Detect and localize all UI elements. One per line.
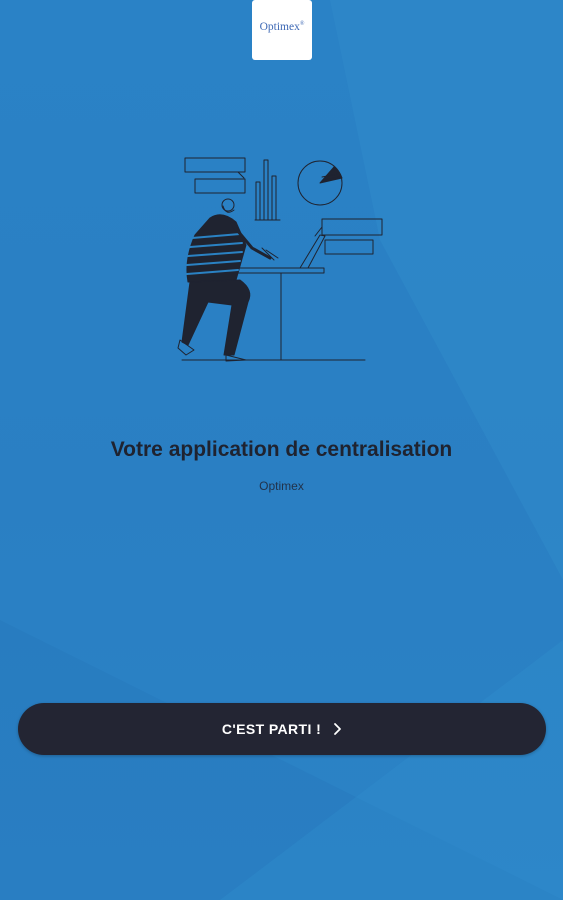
app-logo: Optimex® bbox=[252, 0, 312, 60]
chevron-right-icon bbox=[334, 723, 342, 735]
person-at-desk-illustration bbox=[177, 157, 383, 362]
page-title: Votre application de centralisation bbox=[110, 438, 453, 461]
get-started-label: C'EST PARTI ! bbox=[221, 721, 322, 737]
get-started-button[interactable]: C'EST PARTI ! bbox=[18, 703, 546, 755]
logo-text: Optimex® bbox=[259, 21, 305, 33]
page-subtitle: Optimex bbox=[259, 479, 304, 493]
